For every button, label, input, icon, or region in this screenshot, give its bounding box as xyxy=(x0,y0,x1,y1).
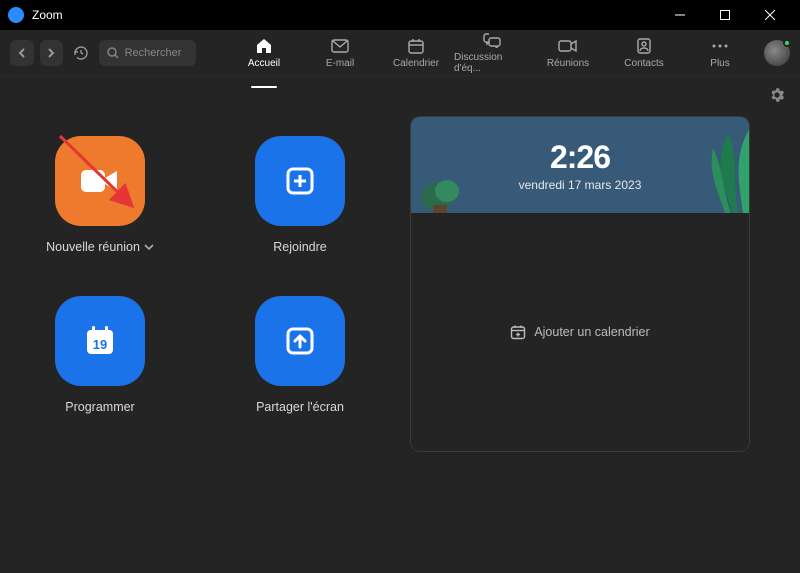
share-screen-action[interactable]: Partager l'écran xyxy=(225,296,375,446)
main-toolbar: Rechercher Accueil E-mail Calendrier Dis… xyxy=(0,30,800,76)
search-placeholder: Rechercher xyxy=(125,47,182,59)
join-label: Rejoindre xyxy=(273,240,327,254)
tab-label: Réunions xyxy=(547,58,589,69)
envelope-icon xyxy=(331,37,349,55)
video-camera-icon xyxy=(55,136,145,226)
tab-more[interactable]: Plus xyxy=(682,31,758,74)
new-meeting-action[interactable]: Nouvelle réunion xyxy=(25,136,175,286)
tab-label: Calendrier xyxy=(393,58,439,69)
contacts-icon xyxy=(636,37,652,55)
share-label: Partager l'écran xyxy=(256,400,344,414)
calendar-tile-icon: 19 xyxy=(55,296,145,386)
history-button[interactable] xyxy=(69,40,93,66)
calendar-icon xyxy=(408,37,424,55)
tab-home[interactable]: Accueil xyxy=(226,31,302,74)
add-calendar-button[interactable]: Ajouter un calendrier xyxy=(510,324,649,340)
add-calendar-label: Ajouter un calendrier xyxy=(534,325,649,339)
share-arrow-icon xyxy=(255,296,345,386)
video-icon xyxy=(558,37,578,55)
home-icon xyxy=(255,37,273,55)
chevron-down-icon[interactable] xyxy=(144,244,154,250)
svg-text:19: 19 xyxy=(93,337,107,352)
nav-back-button[interactable] xyxy=(10,40,34,66)
tab-calendar[interactable]: Calendrier xyxy=(378,31,454,74)
tab-label: Contacts xyxy=(624,58,663,69)
schedule-action[interactable]: 19 Programmer xyxy=(25,296,175,446)
settings-button[interactable] xyxy=(768,86,786,109)
zoom-logo-icon xyxy=(8,7,24,23)
plus-icon xyxy=(255,136,345,226)
tab-email[interactable]: E-mail xyxy=(302,31,378,74)
calendar-card: 2:26 vendredi 17 mars 2023 Ajouter un ca… xyxy=(410,116,750,452)
tab-label: Accueil xyxy=(248,58,280,69)
tab-contacts[interactable]: Contacts xyxy=(606,31,682,74)
window-minimize-button[interactable] xyxy=(657,0,702,30)
new-meeting-label: Nouvelle réunion xyxy=(46,240,140,254)
tab-label: Discussion d'éq... xyxy=(454,52,530,74)
tab-meetings[interactable]: Réunions xyxy=(530,31,606,74)
more-icon xyxy=(712,37,728,55)
nav-forward-button[interactable] xyxy=(40,40,64,66)
window-titlebar: Zoom xyxy=(0,0,800,30)
tab-label: E-mail xyxy=(326,58,354,69)
chat-icon xyxy=(483,31,501,49)
tab-team-chat[interactable]: Discussion d'éq... xyxy=(454,31,530,74)
calendar-add-icon xyxy=(510,324,526,340)
join-action[interactable]: Rejoindre xyxy=(225,136,375,286)
clock-time: 2:26 xyxy=(550,139,610,176)
plant-decoration-icon xyxy=(683,116,750,213)
window-title: Zoom xyxy=(32,8,657,22)
search-icon xyxy=(107,47,119,59)
clock-banner: 2:26 vendredi 17 mars 2023 xyxy=(411,117,749,213)
window-maximize-button[interactable] xyxy=(702,0,747,30)
status-indicator-icon xyxy=(783,39,791,47)
tab-label: Plus xyxy=(710,58,729,69)
profile-avatar[interactable] xyxy=(764,40,790,66)
clock-date: vendredi 17 mars 2023 xyxy=(519,178,642,192)
search-input[interactable]: Rechercher xyxy=(99,40,196,66)
schedule-label: Programmer xyxy=(65,400,134,414)
window-close-button[interactable] xyxy=(747,0,792,30)
nav-tabs: Accueil E-mail Calendrier Discussion d'é… xyxy=(202,31,758,74)
plant-decoration-icon xyxy=(417,165,463,213)
